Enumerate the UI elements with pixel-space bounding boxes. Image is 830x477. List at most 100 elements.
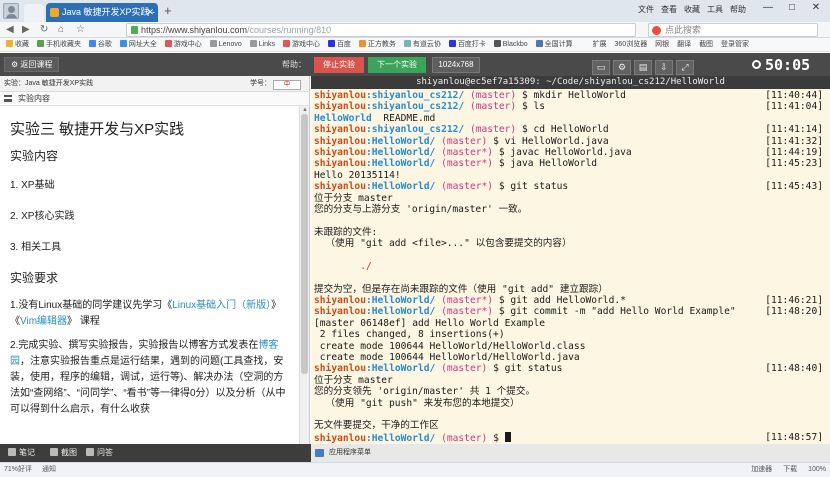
output-text: ./ <box>314 260 372 272</box>
level-select[interactable]: 中 <box>273 80 301 90</box>
prompt-user: shiyanlou <box>314 363 366 375</box>
resolution-select[interactable]: 1024x768 <box>432 57 480 73</box>
lab-timer: 50:05 <box>752 57 828 73</box>
bookmark-item[interactable]: 有道云协 <box>403 38 441 51</box>
terminal-line: 2 files changed, 8 insertions(+) <box>314 329 827 340</box>
command-text: $ git status <box>487 363 563 375</box>
timestamp: [11:41:32] <box>765 135 823 147</box>
stop-lab-button[interactable]: 停止实验 <box>314 57 364 73</box>
bookmark-item[interactable]: 百度打卡 <box>448 38 486 51</box>
back-to-course-button[interactable]: ⚙ 返回课程 <box>4 57 60 72</box>
bookmark-item[interactable]: 百度 <box>327 38 351 51</box>
home-icon[interactable]: ⌂ <box>58 23 64 37</box>
bookmark-item[interactable]: Links <box>249 38 275 51</box>
accelerator-button[interactable]: 加速器 <box>751 466 772 473</box>
help-link[interactable]: 帮助： <box>282 59 306 70</box>
notes-button[interactable]: 笔记 <box>8 447 35 459</box>
extensions-button[interactable]: 扩展 <box>593 38 607 51</box>
menu-icon[interactable] <box>4 95 12 102</box>
screenshot-tool-button[interactable]: 截图 <box>50 447 77 459</box>
terminal-icon[interactable]: ▭ <box>592 60 610 75</box>
doc-section-bar[interactable]: 实验内容 <box>0 92 309 106</box>
terminal-line: 提交为空，但是存在尚未跟踪的文件（使用 "git add" 建立跟踪） <box>314 284 827 295</box>
prompt-branch: (master*) <box>441 181 494 193</box>
lock-icon <box>131 26 138 34</box>
scroll-thumb[interactable] <box>301 114 308 374</box>
next-lab-button[interactable]: 下一个实验 <box>368 57 426 73</box>
tab-blank[interactable] <box>24 4 44 22</box>
list-item: 2. XP核心实践 <box>10 211 75 222</box>
vim-course-link[interactable]: Vim编辑器 <box>20 316 67 327</box>
gear-icon[interactable]: ⚙ <box>613 60 631 75</box>
minimize-button[interactable]: — <box>756 2 780 13</box>
tab-active[interactable]: Java 敏捷开发XP实践 - 实验楼 ✕ <box>46 3 158 22</box>
save-icon[interactable]: ▤ <box>634 60 652 75</box>
prompt-user: shiyanlou <box>314 135 366 147</box>
bank-button[interactable]: 网银 <box>655 38 669 51</box>
bookmark-item[interactable]: 网址大全 <box>119 38 157 51</box>
back-arrow-icon[interactable]: ◀ <box>6 23 14 37</box>
terminal-line: shiyanlou:HelloWorld/ (master*) $ javac … <box>314 147 827 158</box>
output-text: 未跟踪的文件: <box>314 226 378 238</box>
tab-title: Java 敏捷开发XP实践 - 实验楼 <box>62 7 158 17</box>
close-button[interactable]: ✕ <box>804 2 828 13</box>
terminal-output[interactable]: shiyanlou:shiyanlou_cs212/ (master) $ mk… <box>311 89 830 444</box>
output-text: 2 files changed, 8 insertions(+) <box>314 329 505 341</box>
bookmark-item[interactable]: 游戏中心 <box>282 38 320 51</box>
doc-scrollbar[interactable]: ▲ <box>299 106 309 444</box>
qa-button[interactable]: 问答 <box>86 447 113 459</box>
url-input[interactable]: https://www.shiyanlou.com/courses/runnin… <box>126 23 636 37</box>
translate-button[interactable]: 翻译 <box>677 38 691 51</box>
screenshot-button[interactable]: 截图 <box>699 38 713 51</box>
bookmark-item[interactable]: Lenovo <box>209 38 242 51</box>
bookmark-item[interactable]: 正方教务 <box>358 38 396 51</box>
maximize-button[interactable]: □ <box>780 2 804 13</box>
site-icon <box>493 40 501 47</box>
scroll-up-icon[interactable]: ▲ <box>301 106 309 114</box>
command-text: $ cd HelloWorld <box>516 124 609 136</box>
terminal-line: shiyanlou:HelloWorld/ (master*) $ git ad… <box>314 295 827 306</box>
gear-icon: ⚙ <box>11 60 21 69</box>
bookmark-item[interactable]: 手机收藏夹 <box>36 38 81 51</box>
timestamp: [11:48:57] <box>765 431 823 443</box>
zoom-level[interactable]: 100% <box>808 466 826 473</box>
menu-file[interactable]: 文件 <box>638 5 654 14</box>
terminal-line: create mode 100644 HelloWorld/HelloWorld… <box>314 341 827 352</box>
new-tab-button[interactable]: + <box>164 3 172 19</box>
application-menu[interactable]: 应用程序菜单 <box>311 444 830 462</box>
search-input[interactable]: 点此搜索 <box>648 23 818 37</box>
rating-status[interactable]: 71%好评 <box>4 466 32 473</box>
prompt-user: shiyanlou <box>314 158 366 170</box>
download-icon[interactable]: ⇩ <box>655 60 673 75</box>
terminal-line: shiyanlou:shiyanlou_cs212/ (master) $ mk… <box>314 90 827 101</box>
menu-view[interactable]: 查看 <box>661 5 677 14</box>
star-icon[interactable]: ☆ <box>76 23 85 37</box>
terminal-line: 您的分支与上游分支 'origin/master' 一致。 <box>314 204 827 215</box>
window-controls: — □ ✕ <box>756 2 828 13</box>
tab-close-icon[interactable]: ✕ <box>146 3 154 22</box>
downloads-button[interactable]: 下载 <box>783 466 797 473</box>
user-avatar[interactable] <box>3 3 19 19</box>
forward-arrow-icon[interactable]: ▶ <box>22 23 30 37</box>
browser-brand-button[interactable]: 360浏览器 <box>615 38 648 51</box>
terminal-window[interactable]: shiyanlou@ec5ef7a15309: ~/Code/shiyanlou… <box>311 76 830 444</box>
menu-tools[interactable]: 工具 <box>707 5 723 14</box>
bookmark-item[interactable]: 全国计算 <box>535 38 573 51</box>
menu-favorites[interactable]: 收藏 <box>684 5 700 14</box>
linux-course-link[interactable]: Linux基础入门（新版） <box>172 300 271 311</box>
prompt-path: :HelloWorld/ <box>365 295 436 307</box>
menu-help[interactable]: 帮助 <box>730 5 746 14</box>
login-button[interactable]: 登录管家 <box>721 38 749 51</box>
notification-status[interactable]: 通知 <box>42 466 56 473</box>
bookmark-item[interactable]: Blackbo <box>493 38 528 51</box>
bookmark-item[interactable]: 谷歌 <box>88 38 112 51</box>
fullscreen-icon[interactable]: ⤢ <box>676 60 694 75</box>
content-heading: 实验内容 <box>10 149 59 163</box>
folder-icon <box>209 40 217 47</box>
reload-icon[interactable]: ↻ <box>40 23 48 37</box>
bookmark-item[interactable]: 收藏 <box>6 38 29 51</box>
toolbar-icons: ▭ ⚙ ▤ ⇩ ⤢ <box>592 57 697 75</box>
terminal-line: HelloWorld README.md <box>314 113 827 124</box>
prompt-branch: (master) <box>469 124 517 136</box>
bookmark-item[interactable]: 游戏中心 <box>164 38 202 51</box>
